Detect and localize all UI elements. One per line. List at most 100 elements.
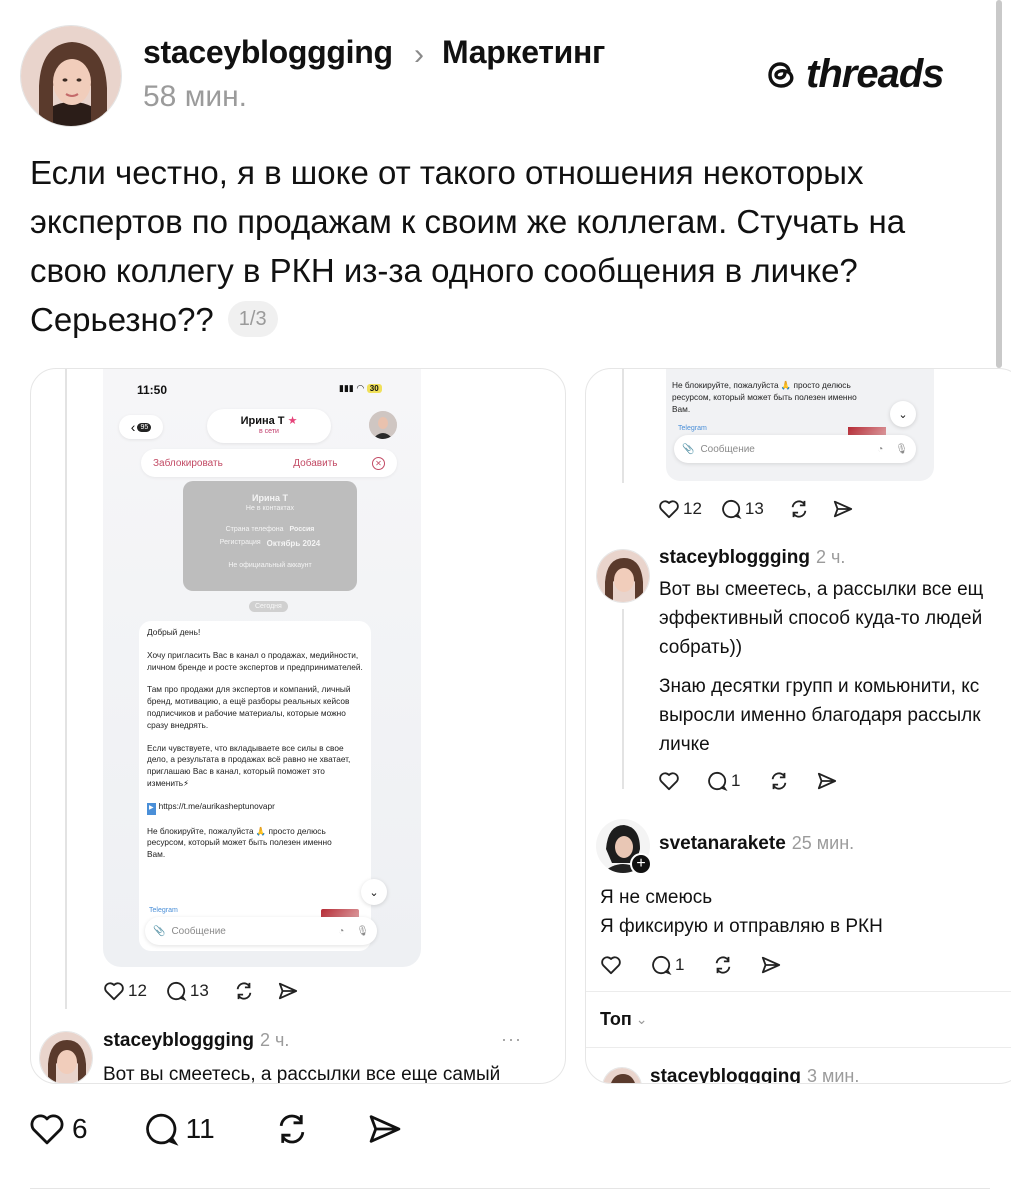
share-button[interactable] [760, 955, 782, 975]
reply-author[interactable]: staceybloggging [650, 1066, 801, 1083]
repost-icon [791, 500, 807, 518]
chevron-down-icon: ⌄ [361, 879, 387, 905]
post-text: Если честно, я в шоке от такого отношени… [30, 154, 906, 338]
chat-back-button: ‹ 95 [119, 415, 163, 439]
info-reg-value: Октябрь 2024 [266, 539, 321, 548]
phone-clock: 11:50 [137, 383, 168, 397]
repost-button[interactable] [712, 955, 734, 975]
reply-body: Я не смеюсь Я фиксирую и отправляю в РКН [600, 883, 883, 941]
comment-icon [167, 981, 187, 1001]
follow-plus-icon[interactable]: + [630, 853, 652, 875]
send-icon [762, 956, 781, 974]
reply-line: Я фиксирую и отправляю в РКН [600, 916, 883, 937]
repost-button[interactable] [768, 771, 790, 791]
reply-header: staceybloggging 2 ч. [659, 547, 845, 569]
like-button[interactable]: 12 [658, 499, 702, 519]
msg-greeting: Добрый день! [147, 627, 201, 637]
sticker-icon: ◔ [877, 443, 884, 455]
reply-button[interactable]: 1 [650, 955, 684, 975]
topic-tag[interactable]: Маркетинг [442, 34, 605, 71]
card-right-actions: 12 13 [658, 499, 854, 519]
reply-avatar[interactable] [596, 549, 650, 603]
author-avatar[interactable] [20, 25, 122, 127]
reply-avatar[interactable] [39, 1031, 93, 1083]
screenshot-card-left[interactable]: 11:50 ▮▮▮ ◠ 30 ‹ 95 Ирина Т ★ в сети Заб… [30, 368, 566, 1084]
repost-icon [716, 956, 731, 974]
share-button[interactable] [816, 771, 838, 791]
phone-status: ▮▮▮ ◠ 30 [339, 383, 382, 394]
reply-line: выросли именно благодаря рассылк [659, 705, 981, 726]
reply-time: 3 мин. [806, 1066, 860, 1084]
info-phone-value: Россия [289, 526, 315, 533]
sort-dropdown[interactable]: Топ ⌄ [600, 1009, 647, 1030]
chevron-down-icon: ⌄ [890, 401, 916, 427]
reply-button[interactable]: 13 [720, 499, 764, 519]
message-placeholder: Сообщение [700, 443, 755, 455]
reply-line: Вот вы смеетесь, а рассылки все ещ [659, 579, 984, 600]
heart-icon [659, 500, 679, 519]
scrollbar[interactable] [996, 0, 1002, 368]
chat-screenshot-fragment: Не блокируйте, пожалуйста 🙏 просто делюс… [666, 369, 934, 481]
telegram-label: Telegram [678, 425, 707, 432]
divider [586, 1047, 1011, 1048]
share-button[interactable] [365, 1112, 405, 1146]
divider [586, 991, 1011, 992]
info-phone-label: Страна телефона [225, 526, 284, 533]
reply-count: 1 [731, 771, 741, 790]
repost-button[interactable] [233, 981, 255, 1001]
author-name[interactable]: staceybloggging [143, 34, 393, 71]
fragment-message: Не блокируйте, пожалуйста 🙏 просто делюс… [672, 380, 857, 414]
sort-label: Топ [600, 1009, 632, 1029]
like-button[interactable]: 12 [103, 981, 147, 1001]
more-icon[interactable]: ··· [501, 1029, 522, 1050]
star-icon: ★ [287, 415, 298, 427]
info-official: Не официальный аккаунт [228, 562, 312, 569]
chat-screenshot: 11:50 ▮▮▮ ◠ 30 ‹ 95 Ирина Т ★ в сети Заб… [103, 369, 421, 967]
like-button[interactable] [600, 955, 622, 975]
heart-icon [30, 1114, 64, 1145]
repost-button[interactable] [273, 1112, 311, 1146]
reply-time: 2 ч. [815, 547, 846, 567]
reply-author[interactable]: staceybloggging [659, 547, 810, 569]
chat-contact-header: Ирина Т ★ в сети [207, 409, 331, 443]
reply-button[interactable]: 13 [165, 981, 209, 1001]
reply-author[interactable]: svetanarakete [659, 833, 786, 855]
send-icon [833, 500, 852, 518]
reply-count: 13 [189, 981, 209, 1000]
reply-time: 2 ч. [259, 1030, 290, 1050]
date-badge: Сегодня [249, 601, 288, 612]
threads-logo-icon [764, 57, 800, 93]
comment-icon [722, 499, 742, 519]
screenshot-card-right[interactable]: Не блокируйте, пожалуйста 🙏 просто делюс… [585, 368, 1011, 1084]
unread-count: 95 [137, 422, 152, 432]
like-button[interactable]: 6 [28, 1112, 88, 1146]
pager-badge: 1/3 [227, 301, 278, 338]
msg-para-3: Если чувствуете, что вкладываете все сил… [147, 742, 351, 788]
reply-line: собрать)) [659, 637, 743, 658]
thread-line [622, 609, 624, 789]
message-input: 📎 Сообщение ◔ 🎙 [145, 917, 377, 945]
block-label: Заблокировать [153, 457, 223, 469]
reply-actions: 1 [600, 955, 782, 975]
reply-author[interactable]: staceybloggging [103, 1030, 254, 1052]
comment-icon [708, 771, 728, 791]
share-button[interactable] [277, 981, 299, 1001]
paperclip-icon: 📎 [682, 443, 695, 455]
send-icon [818, 772, 837, 790]
reply-button[interactable]: 1 [706, 771, 740, 791]
repost-icon [236, 982, 252, 1000]
reply-button[interactable]: 11 [142, 1112, 215, 1146]
share-button[interactable] [832, 499, 854, 519]
thread-line [65, 369, 67, 1009]
reply-line: Знаю десятки групп и комьюнити, кс [659, 676, 980, 697]
like-button[interactable] [658, 771, 680, 791]
contact-info-card: Ирина Т Не в контактах Страна телефона Р… [183, 481, 357, 591]
reply-header: svetanarakete 25 мин. [659, 833, 854, 855]
repost-button[interactable] [788, 499, 810, 519]
chevron-down-icon: ⌄ [635, 1011, 648, 1027]
post-body: Если честно, я в шоке от такого отношени… [30, 148, 980, 344]
wifi-icon: ◠ [356, 383, 364, 393]
contact-status: в сети [259, 428, 279, 435]
play-icon: ▶ [147, 802, 156, 815]
reply-avatar[interactable] [602, 1067, 642, 1083]
